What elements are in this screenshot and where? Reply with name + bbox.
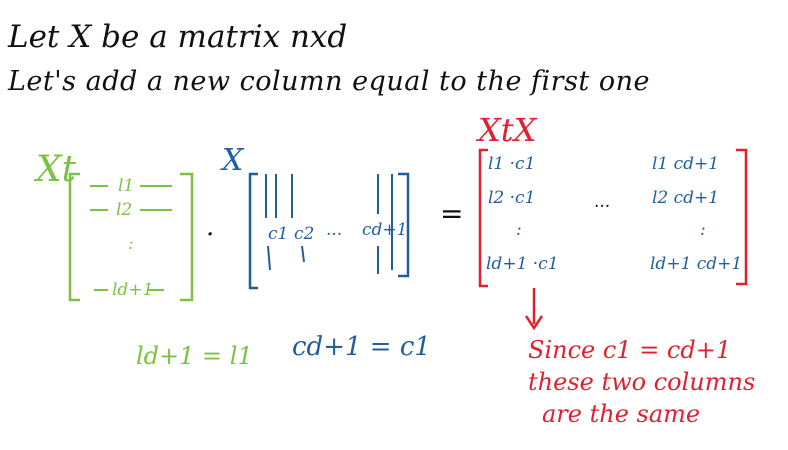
xt-row-4: ld+1 bbox=[112, 280, 154, 300]
x-col-1: c1 bbox=[268, 224, 289, 244]
down-arrow-icon bbox=[524, 288, 544, 331]
xtx-right-3: : bbox=[700, 220, 706, 240]
xt-row-3: : bbox=[128, 234, 134, 254]
intro-line-2: Let's add a new column equal to the firs… bbox=[8, 66, 650, 97]
intro-line-1: Let X be a matrix nxd bbox=[8, 19, 348, 55]
xtx-right-1: l1 cd+1 bbox=[652, 154, 720, 174]
x-col-dots: ... bbox=[326, 220, 343, 240]
xtx-middle-dots: ... bbox=[594, 192, 611, 212]
xtx-left-2: l2 ·c1 bbox=[488, 188, 536, 208]
note-line-1: Since c1 = cd+1 bbox=[528, 336, 732, 364]
column-equality: cd+1 = c1 bbox=[292, 332, 431, 362]
xtx-left-1: l1 ·c1 bbox=[488, 154, 536, 174]
xt-row-1: l1 bbox=[118, 176, 135, 196]
multiply-dot: · bbox=[206, 220, 215, 250]
equals-sign: = bbox=[440, 197, 464, 230]
note-line-2: these two columns bbox=[528, 368, 756, 396]
x-col-2: c2 bbox=[294, 224, 315, 244]
x-col-last: cd+1 bbox=[362, 220, 408, 240]
xtx-label: XtX bbox=[478, 111, 537, 149]
xtx-right-4: ld+1 cd+1 bbox=[650, 254, 743, 274]
xtx-left-4: ld+1 ·c1 bbox=[486, 254, 559, 274]
xtx-left-3: : bbox=[516, 220, 522, 240]
xtx-right-2: l2 cd+1 bbox=[652, 188, 720, 208]
note-line-3: are the same bbox=[542, 400, 701, 428]
x-label: X bbox=[222, 143, 244, 178]
row-equality: ld+1 = l1 bbox=[136, 342, 253, 370]
xt-row-2: l2 bbox=[116, 200, 133, 220]
